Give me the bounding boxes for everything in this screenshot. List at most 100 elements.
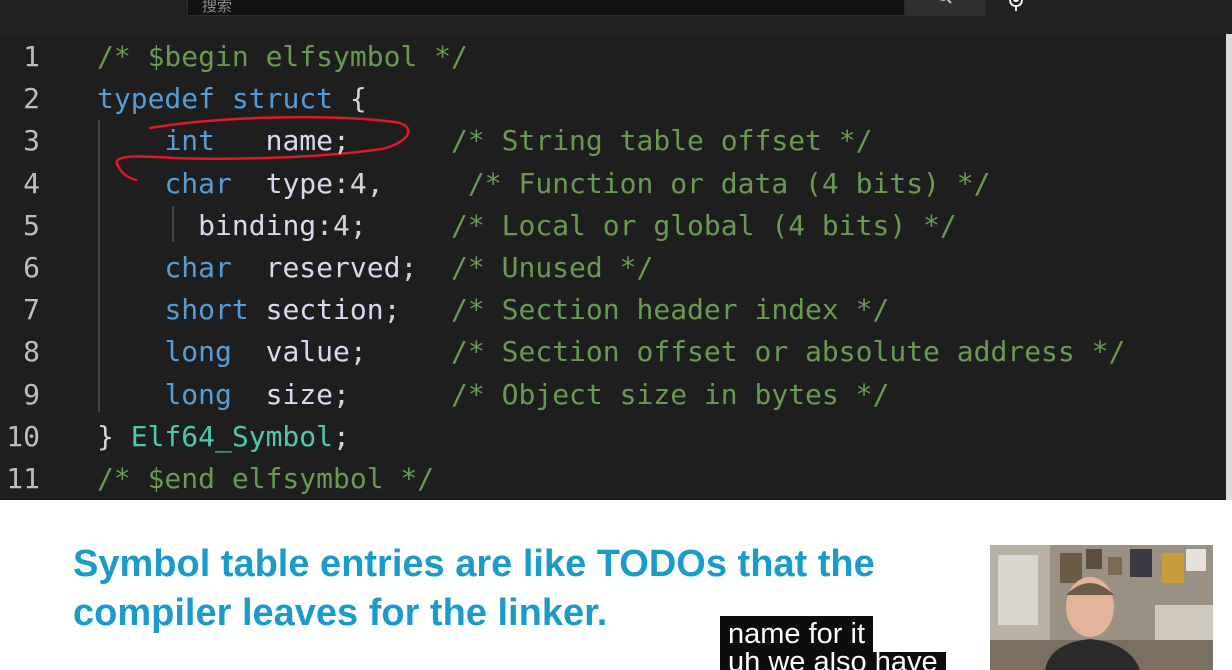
code-token: binding <box>198 208 317 242</box>
code-token: ; <box>349 335 367 369</box>
code-text: char type:4, /* Function or data (4 bits… <box>97 163 991 205</box>
code-token: char <box>164 166 232 200</box>
line-number: 2 <box>23 82 40 116</box>
code-text: } Elf64_Symbol; <box>97 416 350 458</box>
line-number: 1 <box>23 40 40 73</box>
microphone-icon <box>1009 0 1023 11</box>
code-token: /* Section header index */ <box>451 293 890 327</box>
scrollbar-track[interactable] <box>1226 34 1232 500</box>
line-number: 4 <box>23 166 40 200</box>
code-text: /* $end elfsymbol */ <box>97 458 434 500</box>
code-token: /* Object size in bytes */ <box>451 377 890 411</box>
code-token: name <box>265 124 334 158</box>
code-token: section <box>265 293 384 327</box>
code-line: 6 char reserved; /* Unused */ <box>0 247 1226 289</box>
code-token: /* $begin elfsymbol */ <box>97 40 468 73</box>
code-token: Elf64_Symbol <box>130 419 334 453</box>
code-token: ; <box>333 377 350 411</box>
top-bar: 搜索 <box>0 0 1232 34</box>
code-line: 3 int name; /* String table offset */ <box>0 120 1226 162</box>
code-token: short <box>164 293 249 327</box>
code-token: } <box>97 419 131 453</box>
code-text: /* $begin elfsymbol */ <box>97 36 468 78</box>
code-editor: 1 /* $begin elfsymbol */ 2 typedef struct {… <box>0 34 1226 500</box>
code-token: char <box>164 251 232 284</box>
code-token: int <box>164 124 216 158</box>
search-button[interactable] <box>906 0 985 16</box>
code-token: /* Section offset or absolute address */ <box>451 335 1126 369</box>
code-token: ; <box>400 251 418 284</box>
code-token: /* Local or global (4 bits) */ <box>451 208 957 242</box>
search-icon <box>939 0 952 4</box>
code-line: 2 typedef struct { <box>0 78 1226 120</box>
code-token: ; <box>333 124 350 158</box>
code-token: :4; <box>316 208 367 242</box>
code-line: 7 short section; /* Section header index… <box>0 289 1226 331</box>
line-number: 11 <box>6 462 40 495</box>
code-text: long size; /* Object size in bytes */ <box>97 374 889 416</box>
code-token: /* String table offset */ <box>451 124 873 158</box>
code-text: binding:4; /* Local or global (4 bits) *… <box>97 205 957 247</box>
voice-search-button[interactable] <box>1005 0 1027 18</box>
code-line: 5 binding:4; /* Local or global (4 bits)… <box>0 205 1226 247</box>
code-line: 11 /* $end elfsymbol */ <box>0 458 1226 500</box>
code-token: /* $end elfsymbol */ <box>97 462 435 495</box>
line-number: 7 <box>23 293 40 327</box>
line-number: 5 <box>23 208 40 242</box>
caption-text: uh we also have <box>728 652 938 670</box>
code-text: short section; /* Section header index *… <box>97 289 889 331</box>
code-text: typedef struct { <box>97 78 367 120</box>
presenter-webcam <box>990 545 1213 670</box>
code-token: size <box>265 377 334 411</box>
caption-line: uh we also have <box>720 652 946 670</box>
code-line: 4 char type:4, /* Function or data (4 bi… <box>0 163 1226 205</box>
code-text: char reserved; /* Unused */ <box>97 247 653 289</box>
code-token: :4, <box>333 166 384 200</box>
code-token: /* Function or data (4 bits) */ <box>467 166 991 200</box>
code-line: 9 long size; /* Object size in bytes */ <box>0 374 1226 416</box>
code-token: ; <box>383 293 401 327</box>
line-number: 3 <box>23 124 40 158</box>
code-token: { <box>333 82 367 116</box>
code-token: long <box>164 377 232 411</box>
code-text: int name; /* String table offset */ <box>97 120 872 162</box>
code-token: long <box>164 335 232 369</box>
code-line: 8 long value; /* Section offset or absol… <box>0 331 1226 373</box>
slide-heading-line: Symbol table entries are like TODOs that… <box>73 543 875 585</box>
code-token: typedef <box>97 82 216 116</box>
line-number: 9 <box>23 377 40 411</box>
code-text: long value; /* Section offset or absolut… <box>97 331 1125 373</box>
line-number: 10 <box>6 419 40 453</box>
code-token: type <box>265 166 334 200</box>
code-token: ; <box>333 419 350 453</box>
presenter-video-frame <box>990 545 1213 670</box>
caption-line: name for it <box>720 616 873 652</box>
line-number: 8 <box>23 335 40 369</box>
search-input[interactable]: 搜索 <box>187 0 905 16</box>
line-number: 6 <box>23 251 40 284</box>
code-token: /* Unused */ <box>451 251 654 284</box>
code-token: struct <box>231 82 334 116</box>
code-token: reserved <box>265 251 401 284</box>
